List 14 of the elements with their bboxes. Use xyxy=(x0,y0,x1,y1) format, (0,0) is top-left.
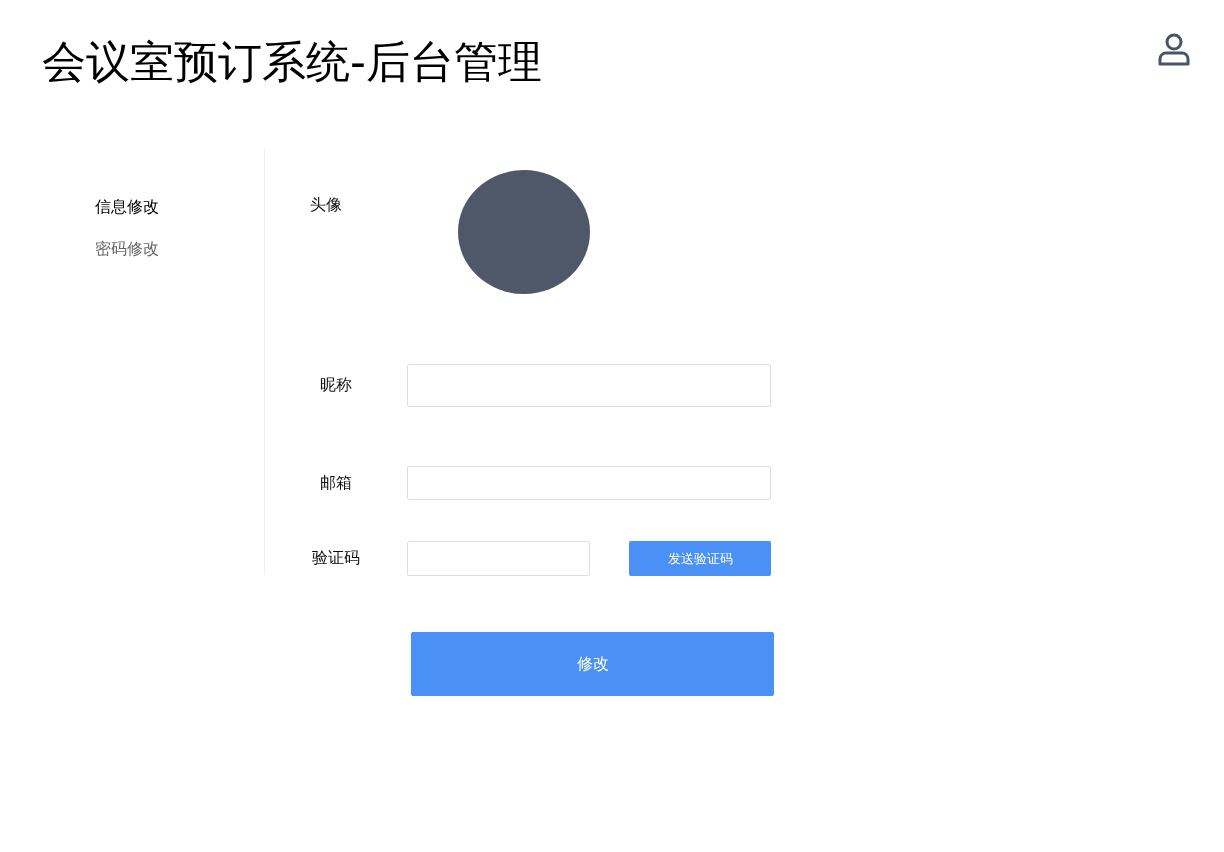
submit-button[interactable]: 修改 xyxy=(411,632,774,696)
sidebar-item[interactable]: 密码修改 xyxy=(95,238,159,260)
app-title: 会议室预订系统-后台管理 xyxy=(42,35,542,89)
input-field[interactable] xyxy=(407,541,590,576)
field-label: 昵称 xyxy=(319,375,353,396)
sidebar-item[interactable]: 信息修改 xyxy=(95,196,159,218)
input-field[interactable] xyxy=(407,364,771,407)
field-label: 验证码 xyxy=(311,548,361,569)
field-label: 邮箱 xyxy=(319,472,353,494)
input-field[interactable] xyxy=(407,466,771,500)
send-code-button[interactable]: 发送验证码 xyxy=(629,541,771,576)
avatar-icon[interactable] xyxy=(458,170,590,294)
field-label: 头像 xyxy=(310,195,343,216)
user-icon[interactable] xyxy=(1156,31,1192,67)
